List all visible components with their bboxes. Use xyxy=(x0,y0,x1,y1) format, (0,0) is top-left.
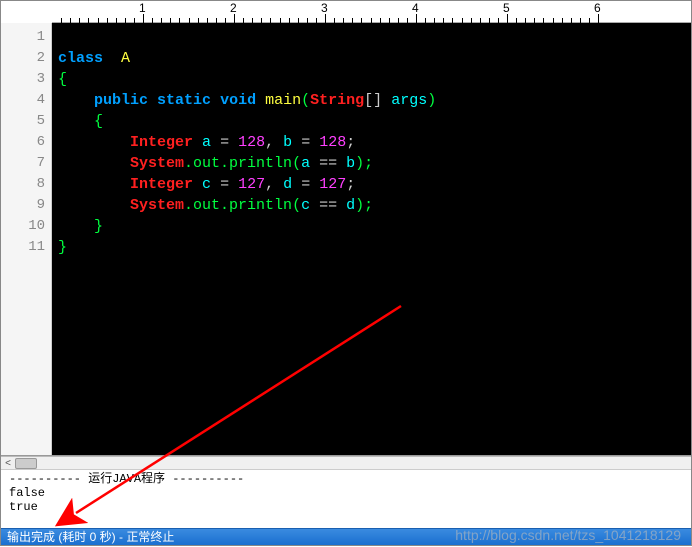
keyword-void: void xyxy=(220,92,256,109)
brace-open: { xyxy=(94,113,103,130)
line-number: 8 xyxy=(1,174,45,195)
line-number: 2 xyxy=(1,48,45,69)
keyword-class: class xyxy=(58,50,103,67)
line-number: 1 xyxy=(1,27,45,48)
ruler: 1 2 3 4 5 6 xyxy=(52,1,691,23)
line-number: 9 xyxy=(1,195,45,216)
line-number: 10 xyxy=(1,216,45,237)
console-output[interactable]: ---------- 运行JAVA程序 ---------- false tru… xyxy=(1,469,691,529)
type-integer: Integer xyxy=(130,134,193,151)
brace-close: } xyxy=(94,218,103,235)
system: System xyxy=(130,155,184,172)
gutter: 1234567891011 xyxy=(1,23,52,455)
ruler-number: 1 xyxy=(139,1,146,15)
keyword-public: public xyxy=(94,92,148,109)
keyword-static: static xyxy=(157,92,211,109)
system: System xyxy=(130,197,184,214)
status-bar: 输出完成 (耗时 0 秒) - 正常终止 xyxy=(1,528,691,545)
editor: 1234567891011 class A { public static vo… xyxy=(1,23,691,456)
brace-close: } xyxy=(58,239,67,256)
line-number: 4 xyxy=(1,90,45,111)
class-name: A xyxy=(121,50,130,67)
ruler-number: 4 xyxy=(412,1,419,15)
code-area[interactable]: class A { public static void main(String… xyxy=(52,23,691,455)
brace-open: { xyxy=(58,71,67,88)
line-number: 11 xyxy=(1,237,45,258)
ruler-number: 5 xyxy=(503,1,510,15)
ruler-number: 2 xyxy=(230,1,237,15)
scroll-thumb[interactable] xyxy=(15,458,37,469)
type-integer: Integer xyxy=(130,176,193,193)
line-number: 5 xyxy=(1,111,45,132)
output-line-2: true xyxy=(9,500,38,514)
method-name: main xyxy=(265,92,301,109)
line-number: 7 xyxy=(1,153,45,174)
ruler-number: 3 xyxy=(321,1,328,15)
line-number: 3 xyxy=(1,69,45,90)
type-string: String xyxy=(310,92,364,109)
output-line-1: false xyxy=(9,486,45,500)
horizontal-scrollbar[interactable]: < xyxy=(1,456,691,469)
console-header: ---------- 运行JAVA程序 ---------- xyxy=(9,472,244,486)
ruler-number: 6 xyxy=(594,1,601,15)
scroll-left-icon[interactable]: < xyxy=(1,457,15,470)
line-number: 6 xyxy=(1,132,45,153)
